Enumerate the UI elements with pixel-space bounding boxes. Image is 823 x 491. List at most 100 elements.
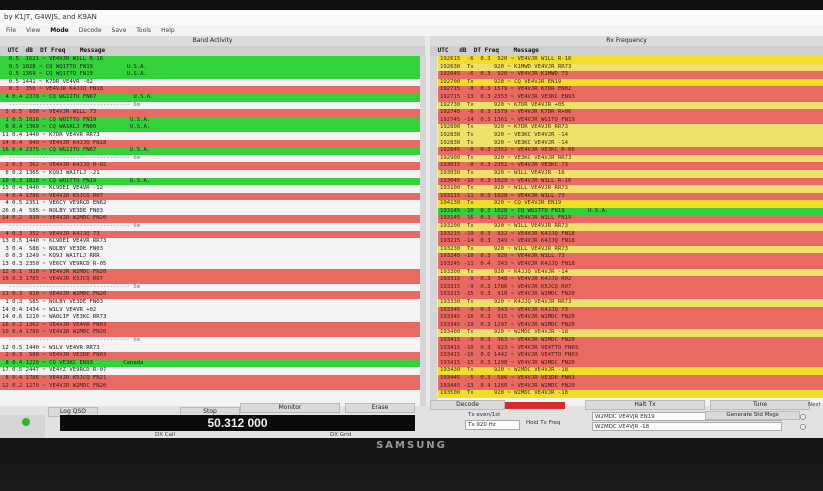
tx1-next-radio[interactable] — [800, 414, 806, 420]
rx-row[interactable]: 193445 -5 0.3 586 ~ VE4VJR VE3DE FN03 — [438, 374, 823, 383]
rx-row[interactable]: 193345 -19 0.3 1297 ~ VE4VJR W2MDC FN20 — [438, 321, 823, 330]
rx-row[interactable]: 192745 -6 0.3 1579 ~ VE4VJR K7DR R+06 — [438, 109, 823, 117]
tune-button[interactable]: Tune — [710, 400, 810, 410]
menu-mode[interactable]: Mode — [50, 25, 68, 36]
band-row[interactable]: 0.3 350 ~ VE4VJR K4JJQ FN18 — [0, 86, 420, 94]
rx-row[interactable]: 192715 -13 0.3 2353 ~ VE4VJR VE3KC EN93 — [438, 93, 823, 102]
band-row[interactable]: 8 0.4 1220 ~ CQ VE3KC EN93 Canada — [0, 359, 420, 368]
band-row[interactable]: 4 0.3 352 ~ VE4VJR K4JJQ 73 — [0, 230, 420, 239]
band-row[interactable]: 11 0.3 910 ~ VE4VJR W2MDC FN20 — [0, 291, 420, 299]
rx-row[interactable]: 194130 Tx 920 ~ CQ VE4VJR EN19 — [438, 200, 823, 208]
rx-row[interactable]: 193315 -15 0.3 910 ~ VE4VJR W2MDC FN20 — [438, 291, 823, 299]
menu-tools[interactable]: Tools — [136, 25, 151, 36]
rx-row[interactable]: 192615 -6 0.3 920 ~ VE4VJR W1LL R-16 — [438, 56, 823, 64]
rx-row[interactable]: 193215 -10 0.3 922 ~ VE4VJR K4JJQ FN18 — [438, 230, 823, 239]
band-activity-scrollbar[interactable] — [420, 56, 426, 406]
band-row[interactable]: ------------------------------------ 6m — [0, 283, 420, 292]
band-row[interactable]: 3 0.4 588 ~ NOLBY VE3DE FN03 — [0, 245, 420, 254]
band-row[interactable]: 12 0.1 910 ~ VE4VJR W2MDC FN20 — [0, 268, 420, 277]
rx-row[interactable]: 193200 Tx 920 ~ W1LL VE4VJR RR73 — [438, 223, 823, 231]
band-row[interactable]: 0.5 1441 ~ K7DR VE4VR -02 — [0, 78, 420, 87]
band-row[interactable]: 15 0.4 1440 ~ KC9DEI VE4VR -12 — [0, 185, 420, 193]
tx-message-2[interactable]: W2MDC VE4VJR -18 — [592, 422, 782, 431]
rx-row[interactable]: 192845 -8 0.3 2352 ~ VE4VJR VE3KC R-06 — [438, 147, 823, 155]
rx-row[interactable]: 193415 -10 0.3 923 ~ VE4VJR VE4TTO FN03 — [438, 344, 823, 353]
band-row[interactable]: ------------------------------------ 6m — [0, 154, 420, 163]
monitor-button[interactable]: Monitor — [240, 403, 340, 413]
rx-row[interactable]: 193100 Tx 920 ~ W1LL VE4VJR RR73 — [438, 185, 823, 193]
rx-row[interactable]: 192800 Tx 920 ~ K7DR VE4VJR RR73 — [438, 124, 823, 132]
band-row[interactable]: 5 0.5 600 ~ VE4VJR W1LL 73 — [0, 109, 420, 117]
rx-row[interactable]: 192645 -6 0.3 920 ~ VE4VJR K1MWD 73 — [438, 71, 823, 79]
band-activity-list[interactable]: 0.5 1621 ~ VE4VJR W1LL R-16 0.5 1028 ~ C… — [0, 56, 420, 406]
menu-file[interactable]: File — [6, 25, 16, 36]
band-row[interactable]: 16 0.3 1785 ~ VE4VJR K5JCQ R07 — [0, 276, 420, 284]
band-row[interactable]: 6 0.4 1369 ~ CQ WA1KLJ FN00 U.S.A. — [0, 124, 420, 132]
rx-row[interactable]: 193315 -9 0.3 1786 ~ VE4VJR K5JCQ R07 — [438, 283, 823, 292]
band-row[interactable]: 10 0.3 1028 ~ CQ WQ1TTO FN19 U.S.A. — [0, 177, 420, 186]
band-row[interactable]: 14 0.6 1210 ~ WA0LIF VE3KC RR73 — [0, 314, 420, 322]
rx-row[interactable]: 193245 -11 0.4 343 ~ VE4VJR K4JJQ FN18 — [438, 261, 823, 269]
halt-tx-button[interactable]: Halt Tx — [585, 400, 705, 410]
rx-row[interactable]: 193345 -9 0.3 343 ~ VE4VJR K4JJQ 73 — [438, 306, 823, 315]
band-row[interactable]: 13 0.5 1440 ~ KC9DEI VE4VR RR73 — [0, 238, 420, 246]
rx-row[interactable]: 193430 Tx 920 ~ W2MDC VE4VJR -18 — [438, 367, 823, 375]
menu-view[interactable]: View — [26, 25, 40, 36]
rx-row[interactable]: 193315 -9 0.3 348 ~ VE4VJR K4JJQ R02 — [438, 276, 823, 284]
decode-button[interactable]: Decode — [430, 400, 505, 410]
rx-row[interactable]: 192730 Tx 920 ~ K7DR VE4VJR +05 — [438, 101, 823, 110]
band-row[interactable]: 12 0.2 1270 ~ VE4VJR W2MDC FN20 — [0, 382, 420, 391]
band-row[interactable]: 0 0.3 1249 ~ KQ9J WA1TLJ RRR — [0, 253, 420, 262]
band-row[interactable]: 12 0.5 1440 ~ W1LV VE4VR RR73 — [0, 344, 420, 353]
rx-row[interactable]: 193345 -16 0.3 915 ~ VE4VJR W2MDC FN20 — [438, 314, 823, 322]
band-row[interactable]: 16 0.2 1362 ~ VE4VJR VE4VR FN03 — [0, 321, 420, 330]
band-row[interactable]: 10 0.4 1780 ~ VE4VJR W2MDC FN20 — [0, 329, 420, 337]
hold-tx-freq-label[interactable]: Hold Tx Freq — [526, 420, 560, 426]
rx-row[interactable]: 193245 -10 0.3 920 ~ VE4VJR W1LL 73 — [438, 253, 823, 262]
erase-button[interactable]: Erase — [345, 403, 415, 413]
tx-even-checkbox-label[interactable]: Tx even/1st — [468, 412, 500, 418]
rx-row[interactable]: 193015 -8 0.3 2352 ~ VE4VJR VE3KC 73 — [438, 162, 823, 170]
band-row[interactable]: 8 0.2 1365 ~ KQ9J WA1TLJ -21 — [0, 169, 420, 178]
band-row[interactable]: ------------------------------------ 6m — [0, 101, 420, 110]
band-row[interactable]: 2 0.3 362 ~ VE4VJR K4JJQ R-02 — [0, 162, 420, 170]
rx-row[interactable]: 193415 -9 0.3 363 ~ VE4VJR W2MDC FN20 — [438, 336, 823, 345]
band-row[interactable]: 26 0.4 585 ~ NOLBY VE3DE FN03 — [0, 207, 420, 216]
band-row[interactable]: ------------------------------------ 6m — [0, 336, 420, 345]
tx2-next-radio[interactable] — [800, 424, 806, 430]
rx-frequency-scrollbar[interactable] — [430, 56, 437, 406]
rx-row[interactable]: 193500 Tx 920 ~ W2MDC VE4VJR -18 — [438, 390, 823, 398]
rx-row[interactable]: 192700 Tx 920 ~ CQ VE4VJR EN19 — [438, 78, 823, 87]
band-row[interactable]: 0.5 1621 ~ VE4VJR W1LL R-16 — [0, 56, 420, 64]
rx-row[interactable]: 193445 -13 0.4 1260 ~ VE4VJR W2MDC FN20 — [438, 382, 823, 391]
rx-row[interactable]: 192745 -14 0.3 1361 ~ VE4VJR WG1TO FN19 — [438, 116, 823, 125]
rx-row[interactable]: 192715 -8 0.3 1579 ~ VE4VJR K7DR EN82 — [438, 86, 823, 94]
band-row[interactable]: 4 0.4 2378 ~ CQ WG1ITU FN67 U.S.A. — [0, 93, 420, 102]
band-row[interactable]: 1 0.3 585 ~ NOLBY VE3DE FN03 — [0, 299, 420, 307]
menu-save[interactable]: Save — [112, 25, 127, 36]
rx-row[interactable]: 193145 16 0.3 922 ~ VE4VJR W1LL FN19 — [438, 215, 823, 224]
rx-row[interactable]: 192830 Tx 920 ~ VE3KC VE4VJR -14 — [438, 139, 823, 148]
band-row[interactable]: 11 0.4 1440 ~ K7DR VE4VR RR73 — [0, 131, 420, 140]
menu-help[interactable]: Help — [161, 25, 175, 36]
rx-row[interactable]: 193415 -16 0.6 1442 ~ VE4VJR VE4TTO FN03 — [438, 352, 823, 360]
band-row[interactable]: 4 0.5 2351 ~ VE6CY VE9RCD EN62 — [0, 200, 420, 208]
rx-row[interactable]: 193145 -10 0.3 1028 ~ CQ WQ1TTO FN19 U.S… — [438, 207, 823, 216]
rx-row[interactable]: 193045 -10 0.3 1029 ~ VE4VJR W1LL R-16 — [438, 177, 823, 186]
band-row[interactable]: 4 0.4 1786 ~ VE4VJR K5JCQ R07 — [0, 192, 420, 201]
rx-row[interactable]: 193300 Tx 920 ~ K4JJQ VE4VJR -14 — [438, 268, 823, 277]
band-row[interactable]: 2 0.3 580 ~ VE4VJR VE3DE FN03 — [0, 352, 420, 360]
rx-row[interactable]: 193230 Tx 920 ~ W1LL VE4VJR RR73 — [438, 245, 823, 254]
menu-decode[interactable]: Decode — [79, 25, 102, 36]
rx-row[interactable]: 193415 -15 0.3 1298 ~ VE4VJR W2MDC FN20 — [438, 359, 823, 368]
rx-row[interactable]: 192900 Tx 920 ~ VE3KC VE4VJR RR73 — [438, 154, 823, 163]
band-row[interactable]: 14 0.4 949 ~ VE4VJR K4JJQ FN18 — [0, 139, 420, 148]
band-row[interactable]: 0.5 1369 ~ CQ WQ1TTO FN19 U.S.A. — [0, 71, 420, 79]
rx-row[interactable]: 192830 Tx 920 ~ VE3KC VE4VJR -14 — [438, 131, 823, 140]
rx-row[interactable]: 193115 -11 0.3 1028 ~ VE4VJR W1LL 73 — [438, 192, 823, 201]
rx-row[interactable]: 193400 Tx 920 ~ W2MDC VE4VJR -18 — [438, 329, 823, 337]
rx-row[interactable]: 193030 Tx 920 ~ W1LL VE4VJR -16 — [438, 169, 823, 178]
tx-hz-spinner[interactable]: Tx 920 Hz — [465, 420, 520, 430]
generate-std-msgs-button[interactable]: Generate Std Msgs — [705, 411, 800, 420]
band-row[interactable]: 17 0.5 2447 ~ VE4YZ VE9RCD R-07 — [0, 367, 420, 375]
